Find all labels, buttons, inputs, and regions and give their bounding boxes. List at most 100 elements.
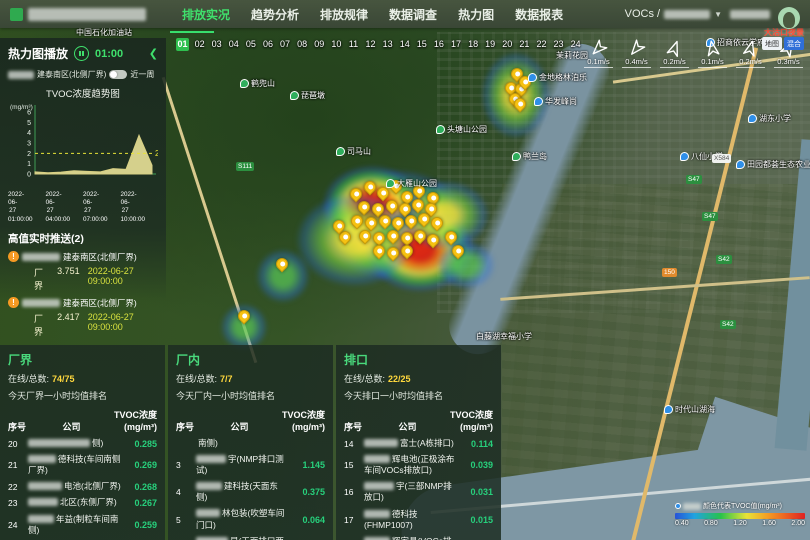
site-toggle-switch[interactable] <box>109 70 127 79</box>
table-row[interactable]: 17 德科技(FHMP1007) 0.015 <box>344 509 493 531</box>
table-row[interactable]: 16 宇(三部NMP排放口) 0.031 <box>344 481 493 503</box>
tvoc-value: 0.269 <box>121 460 157 470</box>
nav-tab[interactable]: 排放规律 <box>320 6 368 23</box>
nav-tab[interactable]: 排放实况 <box>182 6 230 23</box>
panel-title: 厂内 <box>176 351 325 368</box>
site-prefix-redacted <box>8 71 34 79</box>
wind-indicator: 0.2m/s <box>660 40 689 68</box>
hour-tick[interactable]: 11 <box>347 38 360 51</box>
company-name: 宇(NMP排口测试) <box>196 454 289 476</box>
table-row[interactable]: 22 电池(北侧厂界) 0.268 <box>8 481 157 492</box>
hour-tick[interactable]: 05 <box>244 38 257 51</box>
rank-number: 23 <box>8 498 28 508</box>
company-redacted <box>22 253 60 261</box>
push-value: 3.751 <box>57 266 80 292</box>
ranking-panel-plant: 厂内 在线/总数:7/7 今天厂内一小时均值排名 序号 公司 TVOC浓度(mg… <box>168 345 333 540</box>
legend-title: 颜色代表TVOC值(mg/m³) <box>703 501 782 511</box>
panel-subtitle: 今天排口一小时均值排名 <box>344 389 493 402</box>
table-row[interactable]: 18 辉家具(VOCs排放 0.014 <box>344 536 493 540</box>
nav-tab[interactable]: 趋势分析 <box>251 6 299 23</box>
company-name: 电池(北侧厂界) <box>28 481 121 492</box>
nav-tab[interactable]: 数据报表 <box>515 6 563 23</box>
wind-speed-label: 0.1m/s <box>698 57 727 68</box>
ranking-table: 3 宇(NMP排口测试) 1.145 4 建科技(天面东侧) 0.375 5 林… <box>176 454 325 540</box>
site-toggle-label: 建泰南区(北侧厂界) <box>37 69 106 80</box>
hour-tick[interactable]: 02 <box>193 38 206 51</box>
table-row[interactable]: 15 辉电池(正极涂布车间VOCs排放口) 0.039 <box>344 454 493 476</box>
hour-tick[interactable]: 01 <box>176 38 189 51</box>
hour-tick[interactable]: 24 <box>569 38 582 51</box>
push-alert-item[interactable]: ! 建泰南区(北侧厂界) 厂界 3.751 2022-06-27 09:00:0… <box>8 251 158 292</box>
company-name: 林包装(吹塑车间门口) <box>196 508 289 530</box>
push-timestamp: 2022-06-27 09:00:00 <box>88 312 158 338</box>
hour-tick[interactable]: 10 <box>330 38 343 51</box>
push-type: 厂界 <box>34 266 49 292</box>
hour-tick[interactable]: 23 <box>552 38 565 51</box>
svg-text:4: 4 <box>27 130 31 137</box>
legend-marker-icon <box>675 503 681 509</box>
map-mix-button[interactable]: 混合 <box>784 37 804 50</box>
trend-chart-svg: (mg/m³)01234562 <box>8 100 158 186</box>
company-name: 北区(东侧厂界) <box>28 497 121 508</box>
tvoc-value: 0.015 <box>457 515 493 525</box>
company-name: 德科技(车间南侧厂界) <box>28 454 121 476</box>
rank-number: 15 <box>344 460 364 470</box>
hour-tick[interactable]: 19 <box>484 38 497 51</box>
voc-dashboard: 中国石化加油站鹤兜山琵琶墩司马山头塘山公园大雁山公园茉莉花园招商依云学府金地格林… <box>0 0 810 540</box>
hour-tick[interactable]: 03 <box>210 38 223 51</box>
hour-tick[interactable]: 08 <box>296 38 309 51</box>
company-name: 辉电池(正极涂布车间VOCs排放口) <box>364 454 457 476</box>
hour-tick[interactable]: 15 <box>415 38 428 51</box>
svg-text:2: 2 <box>155 149 158 158</box>
table-row[interactable]: 14 富士(A栋排口) 0.114 <box>344 438 493 449</box>
heatmap-playback-title: 热力图播放 <box>8 45 68 62</box>
rank-number: 5 <box>176 515 196 525</box>
vocs-prefix-label: VOCs / <box>625 8 660 20</box>
table-row[interactable]: 24 年益(制粒车间南侧) 0.259 <box>8 514 157 536</box>
hour-tick[interactable]: 22 <box>535 38 548 51</box>
hour-tick[interactable]: 13 <box>381 38 394 51</box>
hour-tick[interactable]: 06 <box>261 38 274 51</box>
company-name: 显(天面排口西侧) <box>196 536 289 540</box>
alert-icon: ! <box>8 251 19 262</box>
range-selector[interactable]: 近一周 <box>130 69 154 80</box>
hour-tick[interactable]: 16 <box>432 38 445 51</box>
table-row[interactable]: 3 宇(NMP排口测试) 1.145 <box>176 454 325 476</box>
hour-tick[interactable]: 17 <box>450 38 463 51</box>
table-row[interactable]: 20 侧) 0.285 <box>8 438 157 449</box>
map-type-button[interactable]: 地图 <box>762 37 782 50</box>
hour-tick[interactable]: 12 <box>364 38 377 51</box>
table-row[interactable]: 23 北区(东侧厂界) 0.267 <box>8 497 157 508</box>
vocs-dropdown[interactable]: VOCs / ▼ <box>625 8 722 20</box>
user-name-redacted <box>730 10 770 19</box>
hour-tick[interactable]: 09 <box>313 38 326 51</box>
table-row[interactable]: 5 林包装(吹塑车间门口) 0.064 <box>176 508 325 530</box>
ranking-table: 20 侧) 0.285 21 德科技(车间南侧厂界) 0.269 22 电池(北… <box>8 438 157 535</box>
playback-time: 01:00 <box>95 48 123 60</box>
legend-tick: 1.60 <box>762 520 776 527</box>
tvoc-value: 0.259 <box>121 520 157 530</box>
nav-tab[interactable]: 数据调查 <box>389 6 437 23</box>
hour-tick[interactable]: 07 <box>279 38 292 51</box>
hour-tick[interactable]: 18 <box>467 38 480 51</box>
hour-tick[interactable]: 20 <box>501 38 514 51</box>
pause-button[interactable] <box>74 46 89 61</box>
hour-tick[interactable]: 04 <box>227 38 240 51</box>
table-row[interactable]: 21 德科技(车间南侧厂界) 0.269 <box>8 454 157 476</box>
company-redacted <box>28 439 90 447</box>
collapse-panel-icon[interactable]: ❮ <box>149 47 158 60</box>
push-alert-item[interactable]: ! 建泰西区(北侧厂界) 厂界 2.417 2022-06-27 09:00:0… <box>8 297 158 338</box>
nav-right: VOCs / ▼ <box>625 3 800 25</box>
company-redacted <box>28 498 58 506</box>
hour-tick[interactable]: 14 <box>398 38 411 51</box>
online-count: 7/7 <box>220 374 233 384</box>
table-row[interactable]: 6 显(天面排口西侧) 0.029 <box>176 536 325 540</box>
nav-tabs: 排放实况 趋势分析 排放规律 数据调查 热力图 数据报表 <box>182 6 563 23</box>
company-redacted <box>364 510 390 518</box>
legend-tick: 0.80 <box>704 520 718 527</box>
table-row[interactable]: 4 建科技(天面东侧) 0.375 <box>176 481 325 503</box>
nav-tab[interactable]: 热力图 <box>458 6 494 23</box>
company-name: 德科技(FHMP1007) <box>364 509 457 531</box>
avatar[interactable] <box>778 7 800 29</box>
hour-tick[interactable]: 21 <box>518 38 531 51</box>
